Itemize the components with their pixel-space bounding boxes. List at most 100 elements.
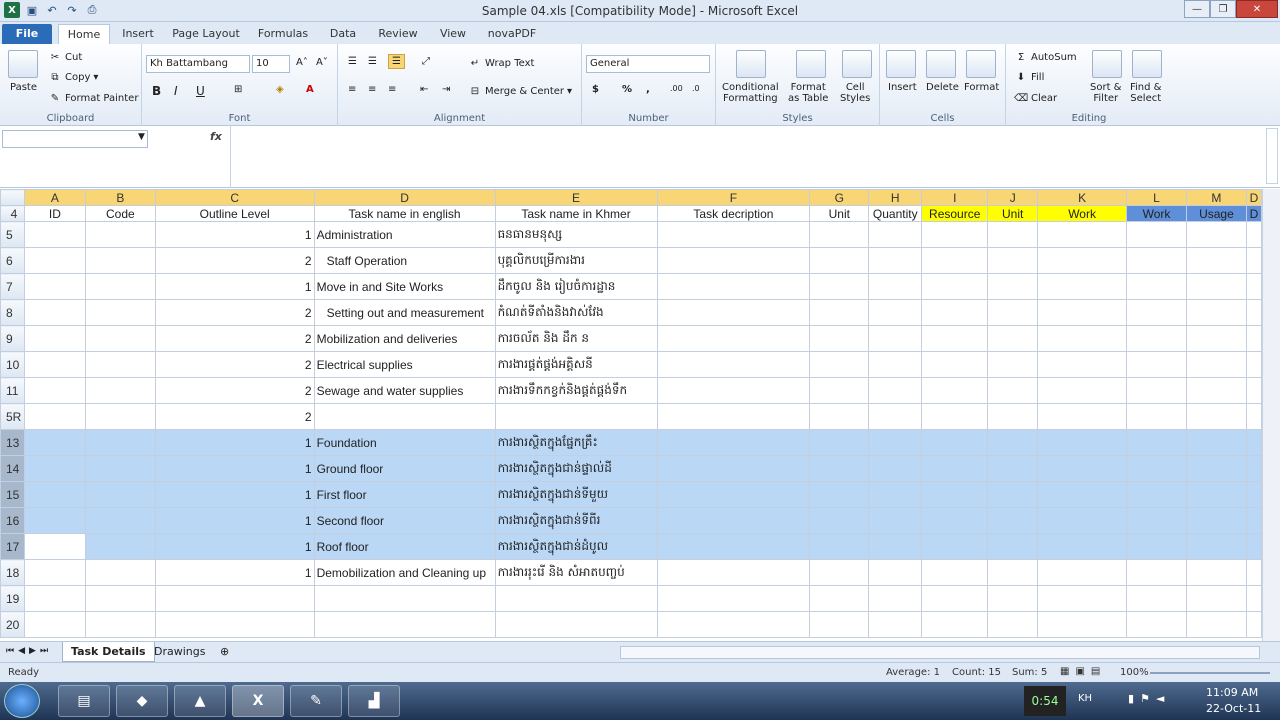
row-header[interactable]: 13: [0, 429, 25, 456]
cell[interactable]: [868, 481, 923, 508]
cell[interactable]: [987, 221, 1039, 248]
tray-icons[interactable]: ▮⚑◄: [1128, 692, 1170, 705]
cell[interactable]: [1245, 507, 1262, 534]
tab-data[interactable]: Data: [324, 24, 362, 44]
cell[interactable]: [1126, 299, 1187, 326]
cell-task-name-english[interactable]: [313, 585, 496, 612]
cell-task-name-khmer[interactable]: ធនធានមនុស្ស: [494, 221, 658, 248]
cell[interactable]: [1126, 585, 1187, 612]
maximize-button[interactable]: ❐: [1210, 0, 1236, 18]
header-cell[interactable]: Quantity: [868, 205, 923, 222]
cell-code[interactable]: [84, 611, 156, 638]
cell[interactable]: [987, 273, 1039, 300]
cell[interactable]: [656, 559, 811, 586]
cell-id[interactable]: [23, 481, 86, 508]
cell[interactable]: [921, 351, 989, 378]
row-header[interactable]: 19: [0, 585, 25, 612]
cell[interactable]: [1245, 377, 1262, 404]
sort-filter-icon[interactable]: [1092, 50, 1122, 78]
cell-task-name-khmer[interactable]: បុគ្គលិកបម្រើការងារ: [494, 247, 658, 274]
cell[interactable]: [868, 247, 923, 274]
sheet-tab-drawings[interactable]: Drawings: [146, 642, 213, 662]
clock-date[interactable]: 22-Oct-11: [1206, 702, 1261, 715]
paste-button[interactable]: Paste: [10, 82, 37, 93]
cell[interactable]: [656, 429, 811, 456]
cell[interactable]: [921, 377, 989, 404]
cell[interactable]: [809, 299, 870, 326]
delete-button[interactable]: Delete: [926, 82, 959, 93]
tab-view[interactable]: View: [434, 24, 472, 44]
tab-file[interactable]: File: [2, 24, 52, 44]
cell-task-name-english[interactable]: Ground floor: [313, 455, 496, 482]
row-header[interactable]: 11: [0, 377, 25, 404]
cell-id[interactable]: [23, 377, 86, 404]
cell[interactable]: [1126, 481, 1187, 508]
cell[interactable]: [1245, 273, 1262, 300]
cell[interactable]: [868, 299, 923, 326]
shrink-font-icon[interactable]: A˅: [316, 57, 328, 68]
tab-home[interactable]: Home: [58, 24, 110, 44]
conditional-formatting-icon[interactable]: [736, 50, 766, 78]
cell-code[interactable]: [84, 481, 156, 508]
fill-button[interactable]: ⬇ Fill: [1014, 70, 1045, 84]
cell[interactable]: [1245, 403, 1262, 430]
cell-id[interactable]: [23, 299, 86, 326]
cell-task-name-english[interactable]: [313, 611, 496, 638]
borders-icon[interactable]: ⊞: [234, 84, 242, 95]
cell-id[interactable]: [23, 455, 86, 482]
underline-icon[interactable]: U: [196, 84, 205, 98]
cell-task-name-english[interactable]: Administration: [313, 221, 496, 248]
cell-outline-level[interactable]: 2: [154, 351, 315, 378]
cell-code[interactable]: [84, 507, 156, 534]
cell[interactable]: [921, 325, 989, 352]
cell-outline-level[interactable]: 1: [154, 507, 315, 534]
clock-time[interactable]: 11:09 AM: [1206, 686, 1258, 699]
cell-task-name-khmer[interactable]: ការងារស្ថិតក្នុងជាន់ផ្ទាល់ដី: [494, 455, 658, 482]
header-cell[interactable]: D: [1245, 205, 1262, 222]
cell[interactable]: [1037, 325, 1128, 352]
horizontal-scrollbar[interactable]: [620, 646, 1260, 659]
cell-id[interactable]: [23, 559, 86, 586]
percent-icon[interactable]: %: [622, 84, 632, 95]
header-cell[interactable]: Work: [1126, 205, 1187, 222]
header-cell[interactable]: Unit: [987, 205, 1039, 222]
wrap-text-button[interactable]: ↵ Wrap Text: [468, 56, 535, 70]
cell[interactable]: [1185, 299, 1247, 326]
cell-task-name-english[interactable]: Second floor: [313, 507, 496, 534]
bold-icon[interactable]: B: [152, 84, 161, 98]
row-header[interactable]: 6: [0, 247, 25, 274]
cell-outline-level[interactable]: 1: [154, 559, 315, 586]
chevron-down-icon[interactable]: ▼: [138, 132, 145, 142]
cut-button[interactable]: ✂ Cut: [48, 50, 82, 64]
header-cell[interactable]: Task name in Khmer: [494, 205, 658, 222]
cell-code[interactable]: [84, 585, 156, 612]
cell[interactable]: [809, 247, 870, 274]
cell[interactable]: [1037, 221, 1128, 248]
cell-outline-level[interactable]: 2: [154, 299, 315, 326]
cell-task-name-english[interactable]: Demobilization and Cleaning up: [313, 559, 496, 586]
cell-id[interactable]: [23, 221, 86, 248]
cell[interactable]: [1245, 247, 1262, 274]
column-header[interactable]: D: [1245, 189, 1262, 206]
row-header[interactable]: 5: [0, 221, 25, 248]
insert-button[interactable]: Insert: [888, 82, 917, 93]
column-header[interactable]: D: [313, 189, 496, 206]
cell[interactable]: [1185, 377, 1247, 404]
cell-task-name-khmer[interactable]: ការងារទឹកកខ្វក់និងផ្គត់ផ្គង់ទឹក: [494, 377, 658, 404]
cell[interactable]: [868, 403, 923, 430]
cell-code[interactable]: [84, 559, 156, 586]
cell[interactable]: [809, 559, 870, 586]
cell[interactable]: [987, 481, 1039, 508]
cell[interactable]: [1185, 455, 1247, 482]
cell[interactable]: [656, 299, 811, 326]
cell[interactable]: [656, 247, 811, 274]
cell[interactable]: [1245, 559, 1262, 586]
cell[interactable]: [868, 559, 923, 586]
cell-code[interactable]: [84, 429, 156, 456]
cell[interactable]: [921, 221, 989, 248]
close-button[interactable]: ✕: [1236, 0, 1278, 18]
cell[interactable]: [809, 377, 870, 404]
zoom-level[interactable]: 100%: [1120, 667, 1149, 678]
cell[interactable]: [1126, 455, 1187, 482]
find-select-button[interactable]: Find & Select: [1130, 82, 1161, 104]
